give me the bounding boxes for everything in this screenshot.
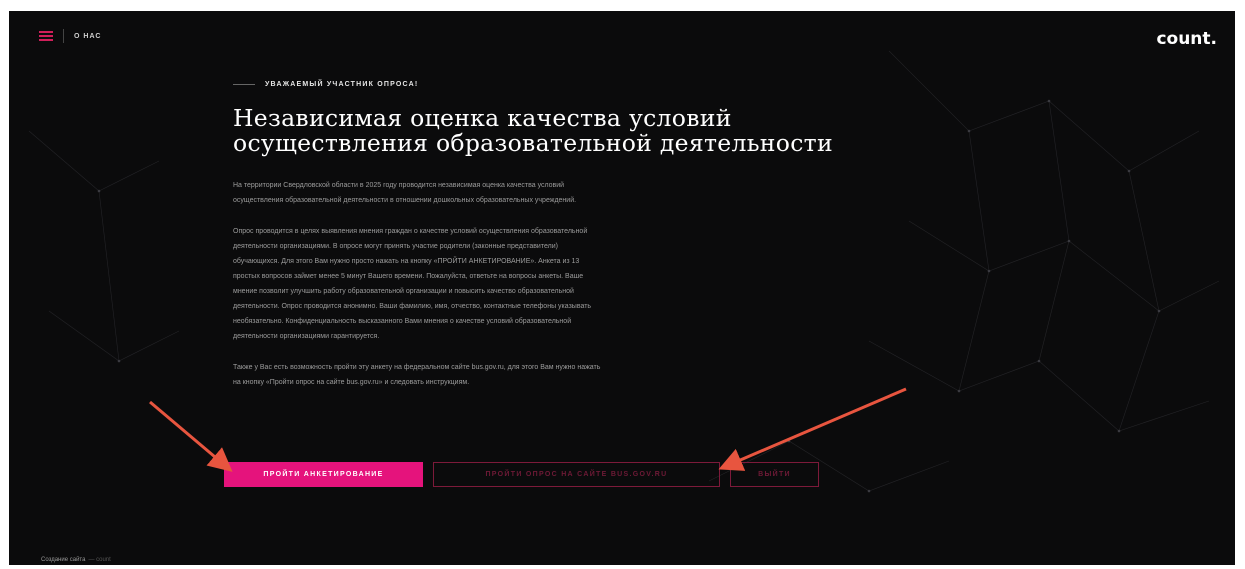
- description-line: деятельности. Опрос проводится анонимно.…: [233, 303, 592, 310]
- bus-gov-survey-button[interactable]: ПРОЙТИ ОПРОС НА САЙТЕ BUS.GOV.RU: [433, 462, 720, 487]
- hero-content: УВАЖАЕМЫЙ УЧАСТНИК ОПРОСА! Независимая о…: [233, 81, 873, 390]
- action-buttons: ПРОЙТИ АНКЕТИРОВАНИЕ ПРОЙТИ ОПРОС НА САЙ…: [224, 462, 819, 487]
- logo[interactable]: count.: [1156, 29, 1217, 49]
- footer-credit-label: Создание сайта: [41, 557, 86, 563]
- about-link[interactable]: О НАС: [74, 33, 101, 40]
- description-line: Опрос проводится в целях выявления мнени…: [233, 228, 588, 235]
- eyebrow-line: [233, 84, 255, 85]
- description-line: обучающихся. Для этого Вам нужно просто …: [233, 258, 580, 265]
- menu-divider: [63, 29, 64, 43]
- description-line: деятельности организациями гарантируется…: [233, 333, 380, 340]
- bus-gov-line: на кнопку «Пройти опрос на сайте bus.gov…: [233, 379, 470, 386]
- title-line-2: осуществления образовательной деятельнос…: [233, 129, 833, 157]
- intro-line: На территории Свердловской области в 202…: [233, 182, 565, 189]
- description-line: простых вопросов займет менее 5 минут Ва…: [233, 273, 584, 280]
- page-title: Независимая оценка качества условий осущ…: [233, 106, 873, 156]
- footer-credit: Создание сайта — count: [41, 557, 111, 563]
- description-line: необязательно. Конфиденциальность высказ…: [233, 318, 572, 325]
- eyebrow: УВАЖАЕМЫЙ УЧАСТНИК ОПРОСА!: [233, 81, 873, 88]
- bus-gov-paragraph: Также у Вас есть возможность пройти эту …: [233, 360, 801, 390]
- title-line-1: Независимая оценка качества условий: [233, 104, 732, 132]
- survey-description: Опрос проводится в целях выявления мнени…: [233, 224, 801, 344]
- eyebrow-text: УВАЖАЕМЫЙ УЧАСТНИК ОПРОСА!: [265, 81, 419, 88]
- top-menu: О НАС: [39, 29, 101, 43]
- footer-credit-brand[interactable]: — count: [88, 557, 110, 563]
- intro-paragraph: На территории Свердловской области в 202…: [233, 178, 801, 208]
- description-line: деятельности организациями. В опросе мог…: [233, 243, 558, 250]
- menu-icon[interactable]: [39, 31, 53, 41]
- intro-line: осуществления образовательной деятельнос…: [233, 197, 577, 204]
- description-line: мнение позволит улучшить работу образова…: [233, 288, 574, 295]
- bus-gov-line: Также у Вас есть возможность пройти эту …: [233, 364, 601, 371]
- start-survey-button[interactable]: ПРОЙТИ АНКЕТИРОВАНИЕ: [224, 462, 423, 487]
- exit-button[interactable]: ВЫЙТИ: [730, 462, 819, 487]
